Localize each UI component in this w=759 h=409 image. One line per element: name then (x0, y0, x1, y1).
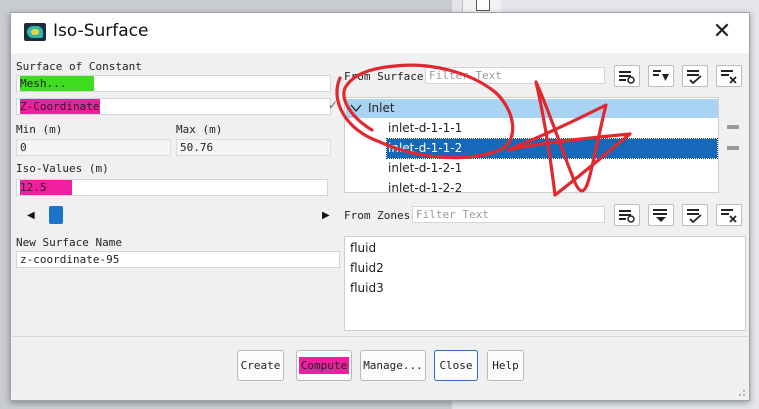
from-surface-filter-input[interactable]: Filter Text (425, 67, 605, 84)
help-button[interactable]: Help (487, 350, 524, 381)
iso-values-value: 12.5 (20, 181, 47, 194)
zone-item[interactable]: fluid2 (350, 261, 384, 275)
slider-left-arrow-icon[interactable]: ◀ (27, 210, 35, 221)
select-all-surfaces-button[interactable] (614, 65, 640, 87)
check-zones-button[interactable] (682, 204, 708, 226)
check-surfaces-button[interactable] (682, 65, 708, 87)
sort-surfaces-button[interactable] (648, 65, 674, 87)
tree-item-label: inlet-d-1-1-2 (388, 141, 463, 155)
checkmark-icon: ✓ (328, 98, 339, 112)
tree-item[interactable]: inlet-d-1-2-2 (388, 179, 462, 198)
resize-grip-icon[interactable] (738, 389, 746, 397)
surface-quantity-dropdown[interactable]: Z-Coordinate (16, 98, 331, 115)
select-all-zones-button[interactable] (614, 204, 640, 226)
max-field: 50.76 (176, 139, 331, 156)
manage-button[interactable]: Manage... (360, 350, 426, 381)
tree-item[interactable]: inlet-d-1-1-1 (388, 119, 462, 138)
new-surface-name-label: New Surface Name (16, 236, 122, 249)
tree-group-inlet[interactable]: Inlet (346, 99, 718, 118)
list-select-icon (619, 210, 635, 223)
tree-item[interactable]: inlet-d-1-2-1 (388, 159, 462, 178)
chevron-down-icon[interactable] (350, 99, 362, 124)
min-label: Min (m) (16, 123, 63, 136)
list-select-icon (619, 71, 635, 84)
surface-quantity-value: Z-Coordinate (20, 100, 100, 113)
max-label: Max (m) (176, 123, 223, 136)
background-toolbar-icon (476, 0, 490, 11)
list-check-icon (687, 209, 702, 223)
compute-button-label: Compute (300, 359, 348, 372)
title-bar[interactable]: Iso-Surface ✕ (11, 13, 749, 53)
from-surface-label: From Surface (344, 70, 424, 83)
surface-of-constant-label: Surface of Constant (16, 60, 142, 73)
from-zones-label: From Zones (344, 209, 411, 222)
surface-category-value: Mesh... (20, 77, 67, 90)
compute-button[interactable]: Compute (296, 350, 352, 381)
sort-down-icon (653, 70, 669, 81)
from-zones-list[interactable]: fluid fluid2 fluid3 (344, 236, 746, 331)
green-highlight-mark: Mesh... (20, 76, 94, 91)
iso-value-slider-thumb[interactable] (49, 206, 63, 224)
pink-highlight-mark: 12.5 (20, 180, 72, 195)
new-surface-name-input[interactable]: z-coordinate-95 (16, 251, 340, 268)
list-clear-icon (721, 209, 737, 223)
close-icon[interactable]: ✕ (709, 19, 735, 45)
pink-highlight-mark: Z-Coordinate (20, 99, 100, 114)
collapse-dash-icon (727, 125, 739, 129)
from-surface-tree[interactable]: Inlet inlet-d-1-1-1 inlet-d-1-1-2 inlet-… (344, 97, 719, 195)
create-button[interactable]: Create (237, 350, 284, 381)
deselect-surfaces-button[interactable] (716, 65, 742, 87)
deselect-zones-button[interactable] (716, 204, 742, 226)
surface-category-dropdown[interactable]: Mesh... (16, 75, 331, 92)
from-zones-filter-input[interactable]: Filter Text (412, 206, 605, 223)
slider-right-arrow-icon[interactable]: ▶ (322, 210, 330, 221)
tree-group-label: Inlet (368, 101, 395, 115)
iso-values-label: Iso-Values (m) (16, 162, 109, 175)
min-field: 0 (16, 139, 171, 156)
fluent-app-icon (24, 23, 46, 41)
pink-highlight-mark: Compute (298, 357, 350, 374)
tree-item-selected[interactable]: inlet-d-1-1-2 (386, 138, 718, 159)
zone-item[interactable]: fluid (350, 241, 376, 255)
zone-item[interactable]: fluid3 (350, 281, 384, 295)
list-sort-icon (653, 209, 667, 222)
iso-values-input[interactable]: 12.5 (16, 179, 328, 196)
collapse-dash-icon (727, 146, 739, 150)
list-clear-icon (721, 70, 737, 84)
close-button[interactable]: Close (434, 350, 478, 381)
footer-divider (11, 336, 749, 337)
sort-zones-button[interactable] (648, 204, 674, 226)
iso-surface-dialog: Iso-Surface ✕ Surface of Constant Mesh..… (10, 12, 750, 401)
dialog-title: Iso-Surface (53, 21, 149, 41)
list-check-icon (687, 70, 702, 84)
